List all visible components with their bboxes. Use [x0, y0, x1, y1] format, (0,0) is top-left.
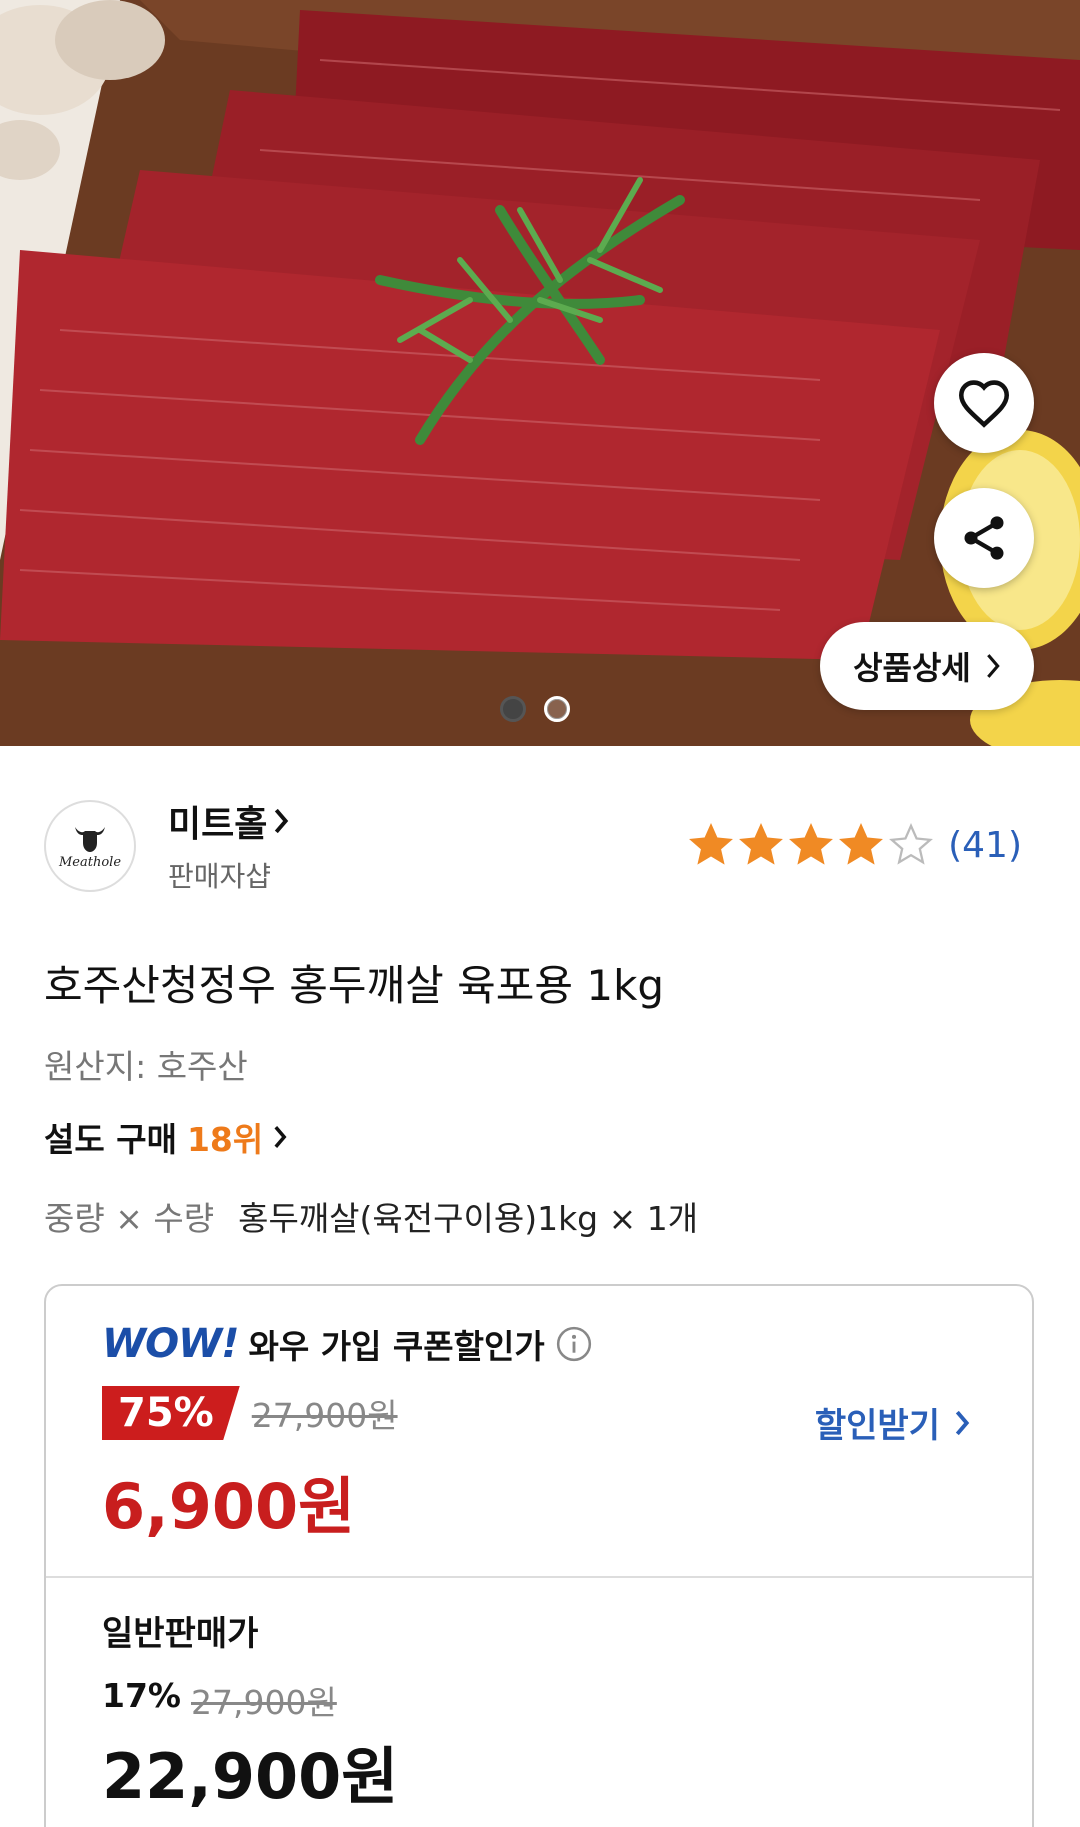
option-key: 중량 × 수량: [44, 1199, 215, 1238]
product-detail-label: 상품상세: [853, 649, 971, 687]
share-button[interactable]: [934, 488, 1034, 588]
general-discount: 17%: [102, 1676, 181, 1715]
rank-value: 18위: [186, 1120, 264, 1159]
wow-logo: WOW!: [102, 1321, 239, 1367]
product-title: 호주산청정우 홍두깨살 육포용 1kg: [44, 961, 665, 1010]
carousel-dot-1[interactable]: [500, 696, 526, 722]
star-filled-icon: [789, 822, 834, 865]
review-count[interactable]: (41): [948, 825, 1022, 866]
wow-original-price: 27,900원: [251, 1396, 398, 1435]
general-price: 22,900원: [102, 1740, 399, 1813]
heart-icon: [958, 380, 1010, 428]
option-value: 홍두깨살(육전구이용)1kg × 1개: [238, 1199, 699, 1238]
general-discount-row: 17% 27,900원: [102, 1676, 337, 1724]
product-image-carousel[interactable]: 상품상세: [0, 0, 1080, 746]
chevron-right-icon: [955, 1410, 970, 1435]
star-filled-icon: [689, 822, 734, 865]
carousel-indicator: [500, 696, 570, 722]
rank-label: 설도 구매: [44, 1120, 177, 1159]
divider: [46, 1576, 1032, 1578]
star-filled-icon: [739, 822, 784, 865]
get-coupon-button[interactable]: 할인받기: [815, 1398, 970, 1447]
star-filled-icon: [839, 822, 884, 865]
rating-stars: [688, 822, 934, 868]
wow-discount-row: 75% 27,900원: [102, 1386, 398, 1440]
seller-logo[interactable]: Meathole: [44, 800, 136, 892]
star-empty-icon: [889, 822, 934, 865]
info-icon[interactable]: [555, 1325, 593, 1363]
price-card: WOW! 와우 가입 쿠폰할인가 75% 27,900원 6,900원 할인받기…: [44, 1284, 1034, 1827]
product-origin: 원산지: 호주산: [44, 1047, 248, 1086]
selected-option: 중량 × 수량 홍두깨살(육전구이용)1kg × 1개: [44, 1192, 698, 1240]
general-original-price: 27,900원: [191, 1683, 337, 1722]
category-rank-link[interactable]: 설도 구매 18위: [44, 1113, 287, 1161]
wow-coupon-label: 와우 가입 쿠폰할인가: [248, 1327, 545, 1366]
chevron-right-icon: [274, 1126, 287, 1148]
bull-icon: [75, 826, 105, 852]
seller-name-link[interactable]: 미트홀: [168, 795, 289, 847]
wow-discount-badge: 75%: [102, 1386, 240, 1440]
seller-logo-text: Meathole: [58, 854, 122, 870]
general-price-label: 일반판매가: [102, 1614, 259, 1654]
wishlist-button[interactable]: [934, 353, 1034, 453]
wow-price: 6,900원: [102, 1470, 356, 1543]
seller-type: 판매자샵: [168, 860, 272, 893]
chevron-right-icon: [275, 808, 289, 834]
wow-coupon-header: WOW! 와우 가입 쿠폰할인가: [102, 1320, 593, 1368]
seller-name: 미트홀: [168, 804, 268, 845]
get-coupon-label: 할인받기: [814, 1406, 940, 1446]
carousel-dot-2[interactable]: [544, 696, 570, 722]
rating[interactable]: (41): [688, 822, 1022, 868]
chevron-right-icon: [987, 654, 1000, 678]
share-icon: [964, 516, 1004, 560]
product-detail-button[interactable]: 상품상세: [820, 622, 1034, 710]
